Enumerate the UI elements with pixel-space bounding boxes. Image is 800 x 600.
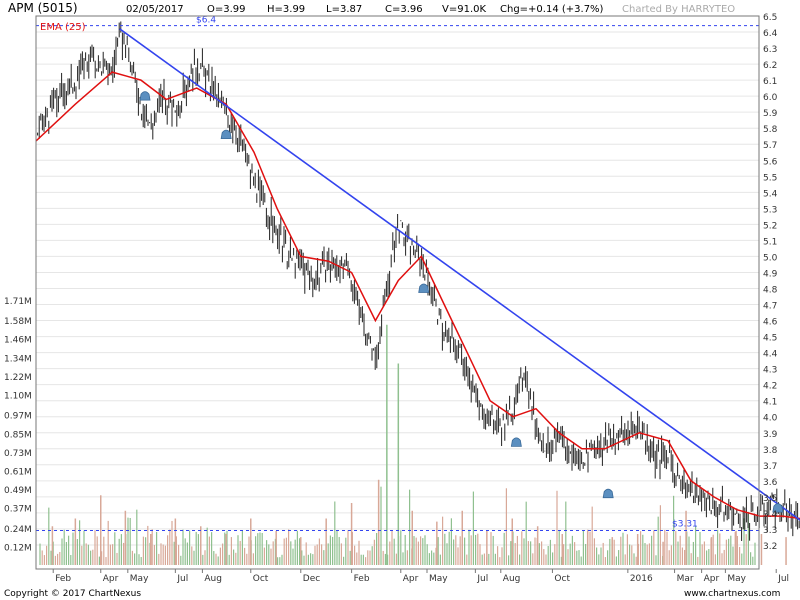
reference-label-low: $3.31 <box>672 520 698 530</box>
time-tick-label: Feb <box>354 574 370 584</box>
price-tick-label: 3.8 <box>763 446 778 456</box>
change-label: Chg=+0.14 (+3.7%) <box>500 4 604 15</box>
volume-tick-label: 1.22M <box>4 373 32 383</box>
price-tick-label: 5.9 <box>763 109 778 119</box>
stock-chart: $6.4 $3.31 3.2 3.3 3.4 3.5 3.6 3.7 3.8 3.9 4.0 4.1… <box>4 1 800 599</box>
price-tick-label: 5.7 <box>763 141 777 151</box>
time-tick-label: Aug <box>503 574 521 584</box>
high-label: H=3.99 <box>267 4 305 15</box>
price-tick-label: 4.4 <box>763 350 778 360</box>
price-tick-label: 5.4 <box>763 189 778 199</box>
volume-tick-label: 0.61M <box>4 467 32 477</box>
price-tick-label: 4.7 <box>763 302 777 312</box>
price-bars <box>35 21 800 541</box>
price-tick-label: 5.0 <box>763 253 778 263</box>
volume-tick-label: 0.73M <box>4 449 32 459</box>
volume-tick-label: 0.12M <box>4 543 32 553</box>
time-tick-label: Apr <box>704 574 720 584</box>
volume-tick-label: 0.97M <box>4 412 32 422</box>
volume-tick-label: 0.37M <box>4 505 32 515</box>
price-tick-label: 6.5 <box>763 13 777 23</box>
credit-label: Charted By HARRYTEO <box>622 4 735 15</box>
price-tick-label: 4.8 <box>763 285 778 295</box>
price-tick-label: 5.5 <box>763 173 777 183</box>
time-tick-label: Apr <box>403 574 419 584</box>
bell-marker-icon <box>602 488 614 499</box>
volume-tick-label: 1.10M <box>4 392 32 402</box>
price-tick-label: 6.1 <box>763 77 777 87</box>
volume-tick-label: 1.58M <box>4 317 32 327</box>
price-tick-label: 4.9 <box>763 269 778 279</box>
bell-marker-icon <box>418 283 430 293</box>
volume-tick-label: 0.85M <box>4 430 32 440</box>
price-tick-label: 6.2 <box>763 61 777 71</box>
copyright-label: Copyright © 2017 ChartNexus <box>4 589 141 599</box>
trendline <box>119 28 800 521</box>
symbol-label: APM (5015) <box>8 1 78 15</box>
price-tick-label: 5.2 <box>763 221 777 231</box>
price-tick-label: 4.1 <box>763 398 777 408</box>
price-tick-label: 5.3 <box>763 205 777 215</box>
trendlines <box>119 28 800 521</box>
time-tick-label: Apr <box>103 574 119 584</box>
time-tick-label: May <box>130 574 149 584</box>
ema-series <box>35 71 800 520</box>
price-tick-label: 5.8 <box>763 125 778 135</box>
bell-marker-icon <box>139 91 151 101</box>
time-tick-label: Dec <box>303 574 320 584</box>
price-tick-label: 5.1 <box>763 237 777 247</box>
price-tick-label: 4.6 <box>763 318 778 328</box>
price-tick-label: 3.6 <box>763 478 778 488</box>
time-tick-label: Oct <box>253 574 269 584</box>
time-tick-label: Feb <box>55 574 71 584</box>
close-label: C=3.96 <box>385 4 423 15</box>
time-tick-label: May <box>429 574 448 584</box>
volume-tick-label: 1.34M <box>4 354 32 364</box>
price-tick-label: 3.7 <box>763 462 777 472</box>
price-tick-label: 4.2 <box>763 382 777 392</box>
price-tick-label: 4.0 <box>763 414 778 424</box>
price-tick-label: 5.6 <box>763 157 778 167</box>
volume-tick-label: 1.46M <box>4 336 32 346</box>
price-tick-label: 3.5 <box>763 494 777 504</box>
price-axis-labels: 3.2 3.3 3.4 3.5 3.6 3.7 3.8 3.9 4.0 4.1 4.2 4.3 4.4 4… <box>763 13 778 552</box>
time-tick-label: May <box>727 574 746 584</box>
time-tick-label: Jul <box>176 574 188 584</box>
volume-tick-label: 0.24M <box>4 525 32 535</box>
volume-tick-label: 0.49M <box>4 486 32 496</box>
time-tick-label: Oct <box>554 574 570 584</box>
date-label: 02/05/2017 <box>126 4 184 15</box>
low-label: L=3.87 <box>326 4 362 15</box>
time-tick-label: 2016 <box>630 574 653 584</box>
price-tick-label: 6.0 <box>763 93 778 103</box>
ema-line <box>35 71 800 520</box>
price-tick-label: 3.2 <box>763 542 777 552</box>
bell-marker-icon <box>510 437 522 447</box>
open-label: O=3.99 <box>207 4 246 15</box>
price-tick-label: 6.4 <box>763 29 778 39</box>
time-tick-label: Jul <box>777 574 789 584</box>
price-tick-label: 4.3 <box>763 366 777 376</box>
time-axis-labels: Feb Apr May Jul Aug Oct Dec Feb Apr May Jul Aug Oct 2… <box>52 569 789 584</box>
volume-tick-label: 1.71M <box>4 297 32 307</box>
volume-axis-labels: 0.12M 0.24M 0.37M 0.49M 0.61M 0.73M 0.85M 0.97M… <box>4 297 32 553</box>
website-label: www.chartnexus.com <box>684 589 780 599</box>
price-tick-label: 3.3 <box>763 526 777 536</box>
price-tick-label: 6.3 <box>763 45 777 55</box>
reference-label-high: $6.4 <box>196 16 216 26</box>
volume-label: V=91.0K <box>442 4 486 15</box>
price-tick-label: 3.9 <box>763 430 778 440</box>
time-tick-label: Mar <box>677 574 694 584</box>
price-tick-label: 4.5 <box>763 334 777 344</box>
time-tick-label: Aug <box>204 574 222 584</box>
time-tick-label: Jul <box>476 574 488 584</box>
price-tick-label: 3.4 <box>763 510 778 520</box>
ema-legend: EMA (25) <box>40 22 86 33</box>
